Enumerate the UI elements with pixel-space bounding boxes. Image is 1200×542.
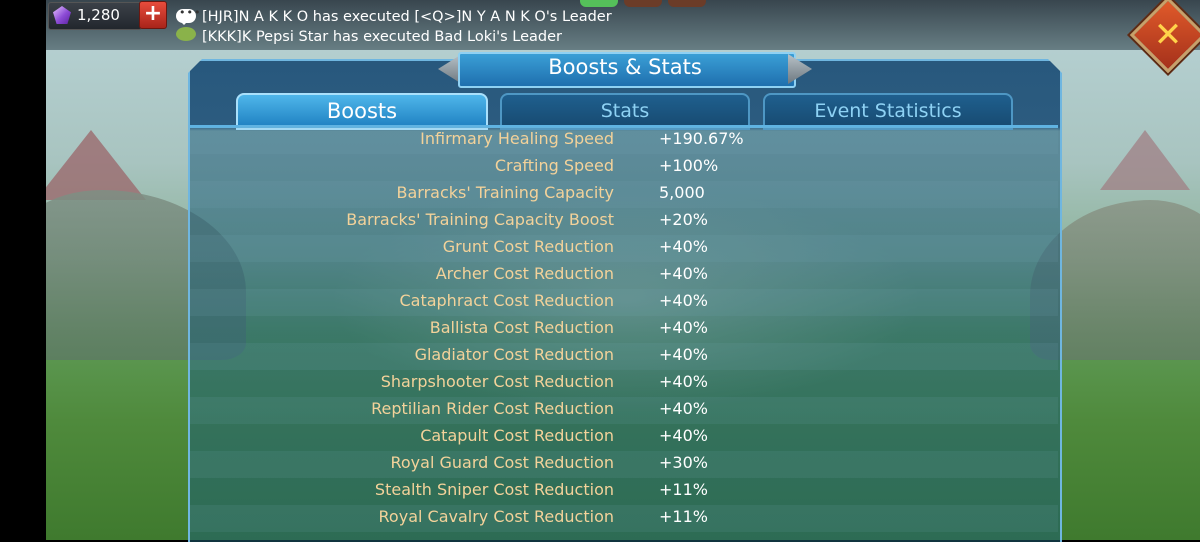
boost-value: +40% — [659, 237, 708, 256]
boost-name: Gladiator Cost Reduction — [414, 345, 614, 364]
list-item: Reptilian Rider Cost Reduction +40% — [190, 397, 1058, 424]
boost-name: Royal Guard Cost Reduction — [390, 453, 614, 472]
title-banner: Boosts & Stats — [438, 52, 812, 88]
boost-name: Cataphract Cost Reduction — [399, 291, 614, 310]
boost-name: Crafting Speed — [494, 156, 614, 175]
list-item: Gladiator Cost Reduction +40% — [190, 343, 1058, 370]
list-item: Infirmary Healing Speed +190.67% — [190, 127, 1058, 154]
boost-name: Infirmary Healing Speed — [420, 129, 614, 148]
indicator-tab[interactable] — [668, 0, 706, 7]
list-item: Grunt Cost Reduction +40% — [190, 235, 1058, 262]
list-item: Cataphract Cost Reduction +40% — [190, 289, 1058, 316]
boost-value: +40% — [659, 399, 708, 418]
list-item: Sharpshooter Cost Reduction +40% — [190, 370, 1058, 397]
boost-name: Stealth Sniper Cost Reduction — [374, 480, 614, 499]
list-item: Catapult Cost Reduction +40% — [190, 424, 1058, 451]
boost-value: +11% — [659, 507, 708, 526]
boost-value: +20% — [659, 210, 708, 229]
list-item: Barracks' Training Capacity Boost +20% — [190, 208, 1058, 235]
indicator-tab[interactable] — [624, 0, 662, 7]
boost-name: Sharpshooter Cost Reduction — [380, 372, 614, 391]
boost-value: +30% — [659, 453, 708, 472]
boost-value: +190.67% — [659, 129, 744, 148]
boost-name: Reptilian Rider Cost Reduction — [371, 399, 614, 418]
list-item: Royal Guard Cost Reduction +30% — [190, 451, 1058, 478]
boost-name: Barracks' Training Capacity Boost — [346, 210, 614, 229]
boost-value: +40% — [659, 318, 708, 337]
chat-message[interactable]: [HJR]N A K K O has executed [<Q>]N Y A N… — [202, 9, 612, 25]
boost-value: +40% — [659, 291, 708, 310]
boost-value: 5,000 — [659, 183, 705, 202]
list-item: Royal Cavalry Cost Reduction +11% — [190, 505, 1058, 532]
boost-name: Barracks' Training Capacity — [396, 183, 614, 202]
boost-name: Grunt Cost Reduction — [442, 237, 614, 256]
chat-icon[interactable]: ••• — [176, 6, 200, 43]
boost-name: Archer Cost Reduction — [435, 264, 614, 283]
page-title: Boosts & Stats — [548, 55, 702, 79]
list-item: Stealth Sniper Cost Reduction +11% — [190, 478, 1058, 505]
gem-icon — [53, 6, 71, 24]
boost-value: +40% — [659, 426, 708, 445]
speech-bubble-icon: ••• — [176, 6, 200, 25]
gem-counter: 1,280 — [48, 2, 142, 30]
boost-name: Ballista Cost Reduction — [429, 318, 614, 337]
chat-message[interactable]: [KKK]K Pepsi Star has executed Bad Loki'… — [202, 29, 562, 45]
list-item: Barracks' Training Capacity 5,000 — [190, 181, 1058, 208]
top-indicator-tabs — [580, 0, 706, 8]
castle-roof-right — [1100, 130, 1190, 190]
close-icon[interactable]: ✕ — [1141, 8, 1195, 62]
boost-name: Royal Cavalry Cost Reduction — [378, 507, 614, 526]
indicator-tab[interactable] — [580, 0, 618, 7]
list-item: Crafting Speed +100% — [190, 154, 1058, 181]
boost-value: +40% — [659, 264, 708, 283]
list-item: Ballista Cost Reduction +40% — [190, 316, 1058, 343]
frog-avatar-icon — [176, 27, 196, 41]
boost-name: Catapult Cost Reduction — [420, 426, 614, 445]
gem-count: 1,280 — [77, 6, 120, 24]
boost-value: +11% — [659, 480, 708, 499]
boost-value: +40% — [659, 372, 708, 391]
boost-value: +40% — [659, 345, 708, 364]
add-gems-button[interactable]: + — [139, 1, 167, 29]
boost-value: +100% — [659, 156, 719, 175]
list-item: Archer Cost Reduction +40% — [190, 262, 1058, 289]
boosts-list[interactable]: Infirmary Healing Speed +190.67% Crafting… — [190, 127, 1058, 532]
